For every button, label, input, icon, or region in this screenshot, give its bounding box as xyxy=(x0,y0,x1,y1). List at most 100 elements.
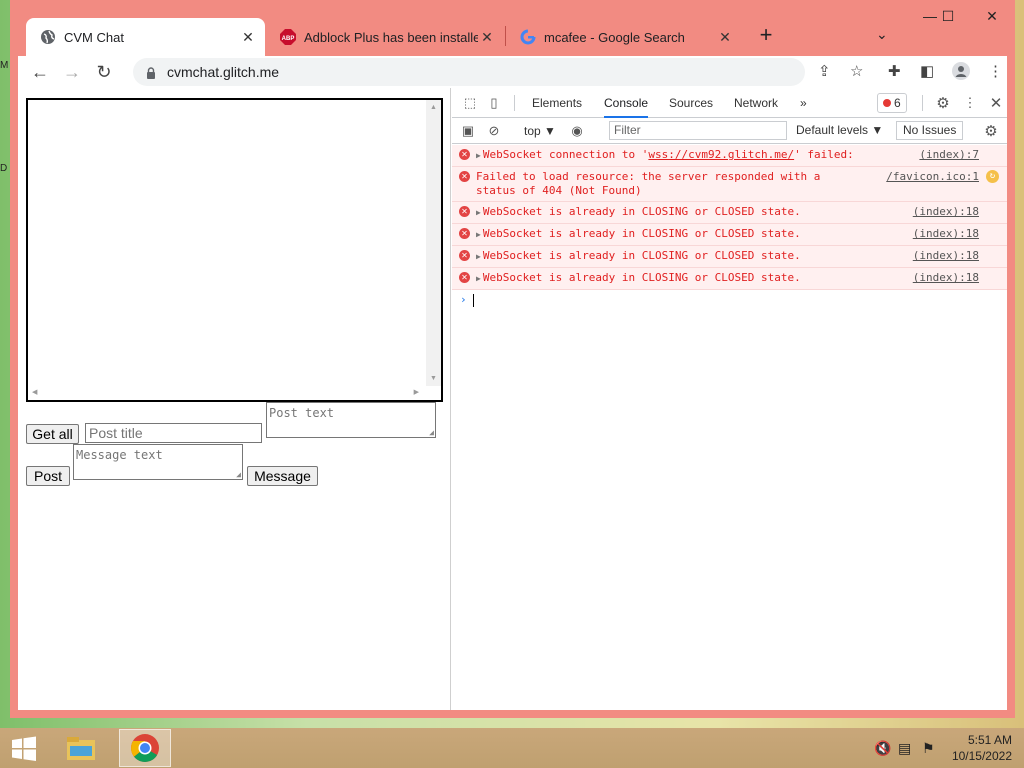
error-circle-icon: ✕ xyxy=(459,250,470,261)
expand-triangle-icon[interactable]: ▶ xyxy=(476,252,481,261)
scroll-up-arrow-icon[interactable]: ▲ xyxy=(430,104,437,111)
share-icon[interactable]: ⇪ xyxy=(818,62,831,80)
network-icon[interactable]: ▤ xyxy=(898,740,911,757)
post-text-textarea[interactable]: Post text ◢ xyxy=(266,402,436,438)
log-levels-dropdown[interactable]: Default levels ▼ xyxy=(796,123,883,137)
google-icon xyxy=(520,29,536,45)
inspect-element-icon[interactable]: ⬚ xyxy=(462,95,478,111)
system-clock[interactable]: 5:51 AM 10/15/2022 xyxy=(952,732,1012,764)
bookmark-star-icon[interactable]: ☆ xyxy=(850,62,863,80)
browser-content: ▲ ▼ ◀ ▶ Get all Post title Post text ◢ P… xyxy=(18,88,1007,710)
message-text-textarea[interactable]: Message text ◢ xyxy=(73,444,243,480)
source-link[interactable]: (index):7 xyxy=(919,148,979,162)
source-link[interactable]: (index):18 xyxy=(913,249,979,263)
tab-close-icon[interactable]: ✕ xyxy=(716,29,734,46)
chat-output-box[interactable]: ▲ ▼ ◀ ▶ xyxy=(26,98,443,402)
chrome-taskbar-icon[interactable] xyxy=(119,729,171,767)
source-link[interactable]: /favicon.ico:1 xyxy=(886,170,979,184)
browser-menu-icon[interactable]: ⋮ xyxy=(988,62,1003,80)
prompt-chevron-icon: › xyxy=(460,293,467,306)
console-filter-input[interactable]: Filter xyxy=(609,121,787,140)
side-panel-icon[interactable]: ◧ xyxy=(920,62,934,80)
extensions-puzzle-icon[interactable]: ✚ xyxy=(888,62,901,80)
tab-adblock-plus[interactable]: ABP Adblock Plus has been installed! ✕ xyxy=(266,18,504,56)
message-text: WebSocket is already in CLOSING or CLOSE… xyxy=(482,271,801,284)
settings-gear-icon[interactable]: ⚙ xyxy=(935,95,951,112)
maximize-button[interactable]: ☐ xyxy=(932,8,964,25)
windows-start-icon[interactable] xyxy=(10,736,38,762)
console-error-row[interactable]: ✕ ▶ WebSocket is already in CLOSING or CL… xyxy=(452,246,1007,268)
address-bar[interactable]: cvmchat.glitch.me xyxy=(133,58,805,86)
message-button[interactable]: Message xyxy=(247,466,318,486)
error-count: 6 xyxy=(894,96,901,110)
devtools-tabbar: ⬚ ▯ Elements Console Sources Network » 6… xyxy=(452,88,1007,118)
source-link[interactable]: (index):18 xyxy=(913,205,979,219)
tab-cvm-chat[interactable]: CVM Chat ✕ xyxy=(26,18,265,56)
issues-button[interactable]: No Issues xyxy=(896,121,964,140)
resize-grip-icon[interactable]: ◢ xyxy=(236,470,241,479)
address-url: cvmchat.glitch.me xyxy=(167,64,280,80)
eye-icon[interactable]: ◉ xyxy=(569,123,585,139)
file-explorer-icon[interactable] xyxy=(58,729,104,767)
tab-network[interactable]: Network xyxy=(734,88,778,118)
scroll-right-arrow-icon[interactable]: ▶ xyxy=(414,388,419,396)
console-error-row[interactable]: ✕ Failed to load resource: the server re… xyxy=(452,167,1007,202)
divider xyxy=(514,95,515,111)
scroll-down-arrow-icon[interactable]: ▼ xyxy=(430,375,437,382)
back-arrow-icon[interactable]: ← xyxy=(28,60,52,84)
horizontal-scrollbar[interactable]: ◀ ▶ xyxy=(28,386,441,400)
close-window-button[interactable]: ✕ xyxy=(976,8,1008,25)
resize-grip-icon[interactable]: ◢ xyxy=(429,428,434,437)
warning-info-icon[interactable]: ↻ xyxy=(986,170,999,183)
error-circle-icon: ✕ xyxy=(459,149,470,160)
profile-avatar-icon[interactable] xyxy=(952,62,970,84)
divider xyxy=(922,95,923,111)
console-settings-gear-icon[interactable]: ⚙ xyxy=(983,123,999,140)
browser-toolbar: ← → ↻ cvmchat.glitch.me ⇪ ☆ ✚ ◧ ⋮ xyxy=(18,56,1007,88)
device-toolbar-icon[interactable]: ▯ xyxy=(486,95,502,111)
expand-triangle-icon[interactable]: ▶ xyxy=(476,274,481,283)
message-text: WebSocket connection to ' xyxy=(482,148,649,161)
tab-elements[interactable]: Elements xyxy=(532,88,582,118)
tab-close-icon[interactable]: ✕ xyxy=(239,29,257,46)
console-error-row[interactable]: ✕ ▶ WebSocket is already in CLOSING or CL… xyxy=(452,268,1007,290)
console-error-row[interactable]: ✕ ▶ WebSocket is already in CLOSING or CL… xyxy=(452,202,1007,224)
vertical-scrollbar[interactable]: ▲ ▼ xyxy=(426,100,441,400)
console-error-row[interactable]: ✕ ▶ WebSocket is already in CLOSING or CL… xyxy=(452,224,1007,246)
abp-icon: ABP xyxy=(280,29,296,45)
tab-google-search[interactable]: mcafee - Google Search ✕ xyxy=(506,18,742,56)
error-circle-icon: ✕ xyxy=(459,228,470,239)
clear-console-icon[interactable]: ⊘ xyxy=(486,123,502,139)
scroll-left-arrow-icon[interactable]: ◀ xyxy=(32,388,37,396)
message-text: Failed to load resource: the server resp… xyxy=(476,170,821,197)
post-title-input[interactable]: Post title xyxy=(85,423,262,443)
tab-close-icon[interactable]: ✕ xyxy=(478,29,496,46)
context-selector[interactable]: top ▼ xyxy=(524,124,556,138)
reload-icon[interactable]: ↻ xyxy=(92,60,116,84)
tab-search-chevron-icon[interactable]: ⌄ xyxy=(876,26,888,43)
source-link[interactable]: (index):18 xyxy=(913,227,979,241)
post-button[interactable]: Post xyxy=(26,466,70,486)
error-count-badge[interactable]: 6 xyxy=(877,93,907,113)
devtools-menu-icon[interactable]: ⋮ xyxy=(962,95,978,111)
expand-triangle-icon[interactable]: ▶ xyxy=(476,151,481,160)
new-tab-button[interactable]: + xyxy=(755,24,777,46)
close-devtools-icon[interactable]: ✕ xyxy=(988,95,1004,112)
tab-console[interactable]: Console xyxy=(604,88,649,118)
devtools-panel: ⬚ ▯ Elements Console Sources Network » 6… xyxy=(452,88,1007,710)
sidebar-toggle-icon[interactable]: ▣ xyxy=(460,123,476,139)
forward-arrow-icon[interactable]: → xyxy=(60,60,84,84)
console-error-row[interactable]: ✕ ▶ WebSocket connection to 'wss://cvm92.… xyxy=(452,145,1007,167)
desktop-icon-label-fragment: D xyxy=(0,163,8,174)
source-link[interactable]: (index):18 xyxy=(913,271,979,285)
expand-triangle-icon[interactable]: ▶ xyxy=(476,230,481,239)
get-all-button[interactable]: Get all xyxy=(26,424,79,444)
expand-triangle-icon[interactable]: ▶ xyxy=(476,208,481,217)
tab-sources[interactable]: Sources xyxy=(669,88,713,118)
action-center-flag-icon[interactable]: ⚑ xyxy=(922,740,935,757)
volume-muted-icon[interactable]: 🔇 xyxy=(874,740,891,757)
message-link[interactable]: wss://cvm92.glitch.me/ xyxy=(648,148,794,161)
more-tabs-chevron-icon[interactable]: » xyxy=(800,88,807,118)
console-input[interactable]: › xyxy=(452,290,1007,310)
globe-icon xyxy=(40,29,56,45)
